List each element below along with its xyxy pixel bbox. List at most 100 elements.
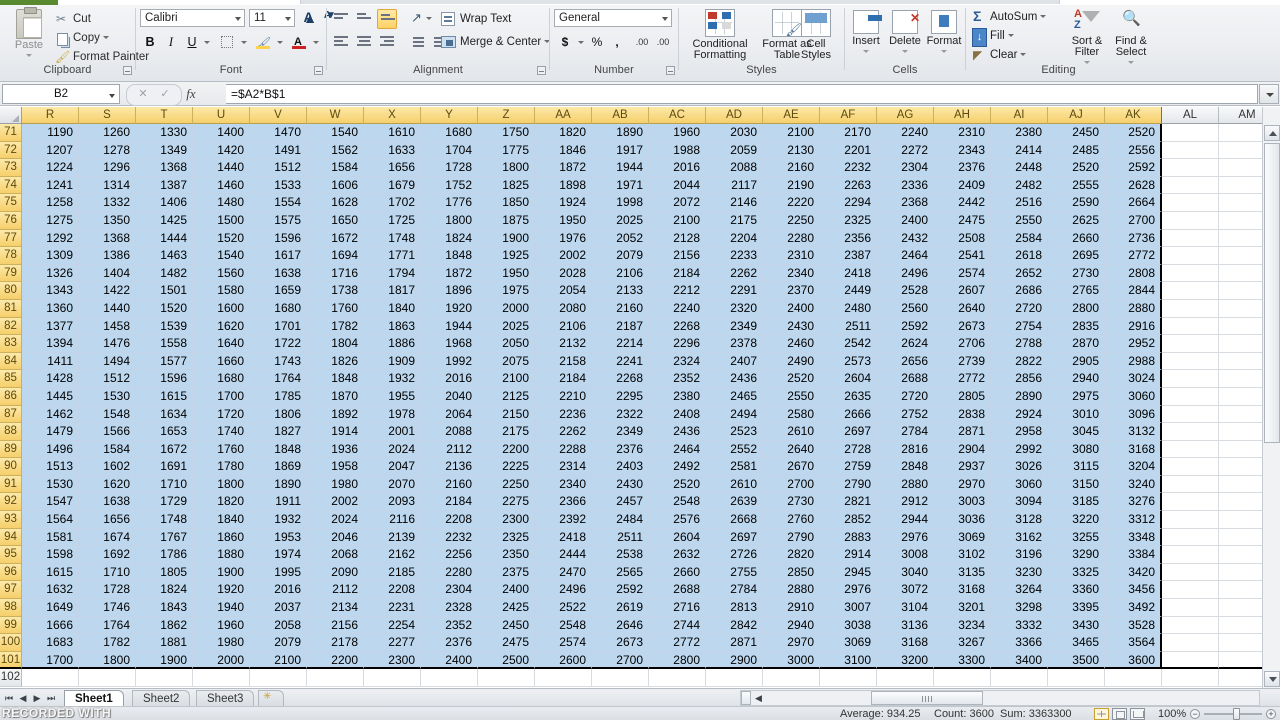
cell-T84[interactable]: 1577 — [136, 353, 193, 371]
cell-W71[interactable]: 1540 — [307, 124, 364, 142]
cell-AK81[interactable]: 2880 — [1105, 300, 1162, 318]
cell-X85[interactable]: 1932 — [364, 370, 421, 388]
cell-W98[interactable]: 2134 — [307, 599, 364, 617]
currency-dropdown-caret-icon[interactable] — [574, 32, 584, 52]
scroll-down-button[interactable] — [1264, 671, 1280, 687]
cell-AC84[interactable]: 2324 — [649, 353, 706, 371]
cell-AA90[interactable]: 2314 — [535, 458, 592, 476]
cell-AC77[interactable]: 2128 — [649, 230, 706, 248]
cell-AG102[interactable] — [877, 669, 934, 687]
cell-U86[interactable]: 1700 — [193, 388, 250, 406]
cell-AL79[interactable] — [1162, 265, 1219, 283]
cell-AF99[interactable]: 3038 — [820, 617, 877, 635]
cell-S75[interactable]: 1332 — [79, 194, 136, 212]
cell-AF74[interactable]: 2263 — [820, 177, 877, 195]
cell-U99[interactable]: 1960 — [193, 617, 250, 635]
cell-T73[interactable]: 1368 — [136, 159, 193, 177]
cell-AA83[interactable]: 2132 — [535, 335, 592, 353]
expand-formula-bar-button[interactable] — [1259, 84, 1279, 104]
cell-R73[interactable]: 1224 — [22, 159, 79, 177]
cell-R71[interactable]: 1190 — [22, 124, 79, 142]
cell-AG75[interactable]: 2368 — [877, 194, 934, 212]
cell-AA80[interactable]: 2054 — [535, 282, 592, 300]
cell-AF82[interactable]: 2511 — [820, 318, 877, 336]
cell-X88[interactable]: 2001 — [364, 423, 421, 441]
cell-X97[interactable]: 2208 — [364, 581, 421, 599]
cell-AB102[interactable] — [592, 669, 649, 687]
cell-AK78[interactable]: 2772 — [1105, 247, 1162, 265]
cell-AD76[interactable]: 2175 — [706, 212, 763, 230]
next-sheet-button[interactable]: ▶ — [30, 691, 44, 706]
cell-W87[interactable]: 1892 — [307, 406, 364, 424]
cell-S87[interactable]: 1548 — [79, 406, 136, 424]
cell-R72[interactable]: 1207 — [22, 142, 79, 160]
cell-V102[interactable] — [250, 669, 307, 687]
cell-AG77[interactable]: 2432 — [877, 230, 934, 248]
cell-AF97[interactable]: 2976 — [820, 581, 877, 599]
increase-decimal-button[interactable]: .00 — [632, 32, 652, 52]
cell-V77[interactable]: 1596 — [250, 230, 307, 248]
column-header-AI[interactable]: AI — [991, 107, 1048, 124]
cell-AK86[interactable]: 3060 — [1105, 388, 1162, 406]
column-header-W[interactable]: W — [307, 107, 364, 124]
cell-T75[interactable]: 1406 — [136, 194, 193, 212]
cell-AD88[interactable]: 2523 — [706, 423, 763, 441]
row-header-81[interactable]: 81 — [0, 300, 22, 318]
row-header-73[interactable]: 73 — [0, 159, 22, 177]
cell-AF87[interactable]: 2666 — [820, 406, 877, 424]
cell-AC72[interactable]: 1988 — [649, 142, 706, 160]
row-header-72[interactable]: 72 — [0, 142, 22, 160]
cell-R81[interactable]: 1360 — [22, 300, 79, 318]
cell-Z93[interactable]: 2300 — [478, 511, 535, 529]
cell-U72[interactable]: 1420 — [193, 142, 250, 160]
cell-AB85[interactable]: 2268 — [592, 370, 649, 388]
cell-T91[interactable]: 1710 — [136, 476, 193, 494]
font-size-combo[interactable]: 11 — [249, 9, 295, 27]
row-header-98[interactable]: 98 — [0, 599, 22, 617]
caret-down-icon[interactable] — [1020, 53, 1026, 56]
cell-T93[interactable]: 1748 — [136, 511, 193, 529]
cell-Y87[interactable]: 2064 — [421, 406, 478, 424]
cell-R83[interactable]: 1394 — [22, 335, 79, 353]
cell-AB84[interactable]: 2241 — [592, 353, 649, 371]
cell-X74[interactable]: 1679 — [364, 177, 421, 195]
column-header-AD[interactable]: AD — [706, 107, 763, 124]
cell-R100[interactable]: 1683 — [22, 634, 79, 652]
row-header-76[interactable]: 76 — [0, 212, 22, 230]
cell-AJ80[interactable]: 2765 — [1048, 282, 1105, 300]
cell-AL86[interactable] — [1162, 388, 1219, 406]
cell-X86[interactable]: 1955 — [364, 388, 421, 406]
cell-AJ74[interactable]: 2555 — [1048, 177, 1105, 195]
cell-AF83[interactable]: 2542 — [820, 335, 877, 353]
cell-AI80[interactable]: 2686 — [991, 282, 1048, 300]
cell-R88[interactable]: 1479 — [22, 423, 79, 441]
cell-AC80[interactable]: 2212 — [649, 282, 706, 300]
cell-X77[interactable]: 1748 — [364, 230, 421, 248]
align-left-button[interactable] — [331, 32, 351, 52]
cell-T97[interactable]: 1824 — [136, 581, 193, 599]
cell-Z77[interactable]: 1900 — [478, 230, 535, 248]
cell-AJ75[interactable]: 2590 — [1048, 194, 1105, 212]
cell-Y99[interactable]: 2352 — [421, 617, 478, 635]
cell-Y72[interactable]: 1704 — [421, 142, 478, 160]
cell-AI96[interactable]: 3230 — [991, 564, 1048, 582]
cell-X96[interactable]: 2185 — [364, 564, 421, 582]
cell-AJ71[interactable]: 2450 — [1048, 124, 1105, 142]
cell-Z102[interactable] — [478, 669, 535, 687]
cell-W74[interactable]: 1606 — [307, 177, 364, 195]
cell-R75[interactable]: 1258 — [22, 194, 79, 212]
cell-AK84[interactable]: 2988 — [1105, 353, 1162, 371]
cell-T79[interactable]: 1482 — [136, 265, 193, 283]
cell-V83[interactable]: 1722 — [250, 335, 307, 353]
cell-AF91[interactable]: 2790 — [820, 476, 877, 494]
cell-AK80[interactable]: 2844 — [1105, 282, 1162, 300]
cell-AJ73[interactable]: 2520 — [1048, 159, 1105, 177]
cell-V72[interactable]: 1491 — [250, 142, 307, 160]
cell-AD82[interactable]: 2349 — [706, 318, 763, 336]
cell-AK76[interactable]: 2700 — [1105, 212, 1162, 230]
cell-U102[interactable] — [193, 669, 250, 687]
cell-AK74[interactable]: 2628 — [1105, 177, 1162, 195]
cell-U93[interactable]: 1840 — [193, 511, 250, 529]
cell-AB80[interactable]: 2133 — [592, 282, 649, 300]
cell-Z83[interactable]: 2050 — [478, 335, 535, 353]
